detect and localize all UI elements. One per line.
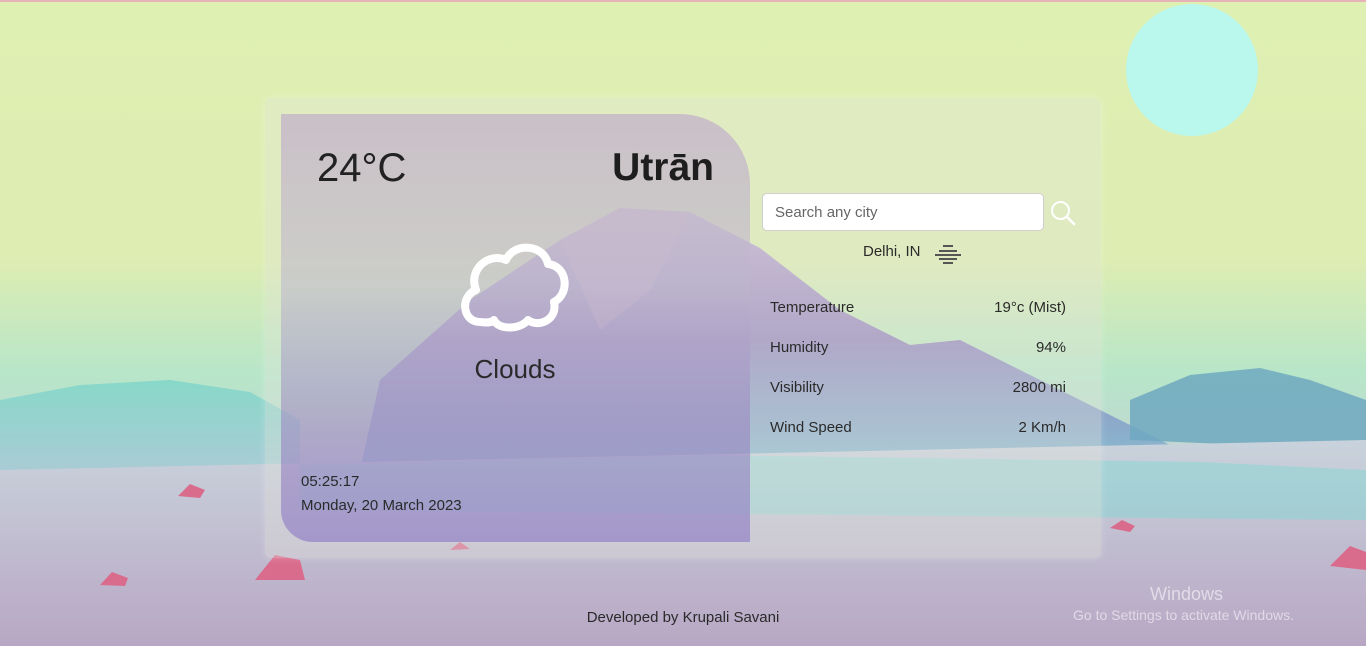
mist-icon — [935, 245, 961, 264]
detail-value: 2800 mi — [1012, 379, 1066, 396]
current-temperature: 24°C — [317, 146, 407, 190]
search-input[interactable] — [762, 193, 1044, 231]
detail-label: Temperature — [770, 299, 855, 316]
search-icon[interactable] — [1050, 200, 1076, 226]
detail-label: Wind Speed — [770, 419, 852, 436]
windows-watermark-title: Windows — [1150, 584, 1224, 604]
detail-row-humidity: Humidity 94% — [770, 339, 1066, 359]
detail-row-temperature: Temperature 19°c (Mist) — [770, 299, 1066, 319]
city-name: Utrān — [612, 146, 714, 189]
detail-label: Humidity — [770, 339, 829, 356]
sun — [1126, 4, 1258, 136]
detail-value: 94% — [1035, 339, 1066, 356]
detail-value: 19°c (Mist) — [994, 299, 1066, 316]
location-label: Delhi, IN — [863, 243, 921, 260]
detail-row-visibility: Visibility 2800 mi — [770, 379, 1066, 399]
cloud-outline-icon — [461, 243, 569, 332]
detail-row-wind-speed: Wind Speed 2 Km/h — [770, 419, 1066, 439]
windows-watermark-text: Go to Settings to activate Windows. — [1073, 607, 1294, 623]
current-date: Monday, 20 March 2023 — [301, 497, 462, 514]
right-mountain — [1130, 368, 1366, 450]
current-time: 05:25:17 — [301, 473, 360, 490]
detail-value: 2 Km/h — [1018, 419, 1066, 436]
detail-label: Visibility — [770, 379, 824, 396]
weather-condition: Clouds — [474, 354, 556, 384]
